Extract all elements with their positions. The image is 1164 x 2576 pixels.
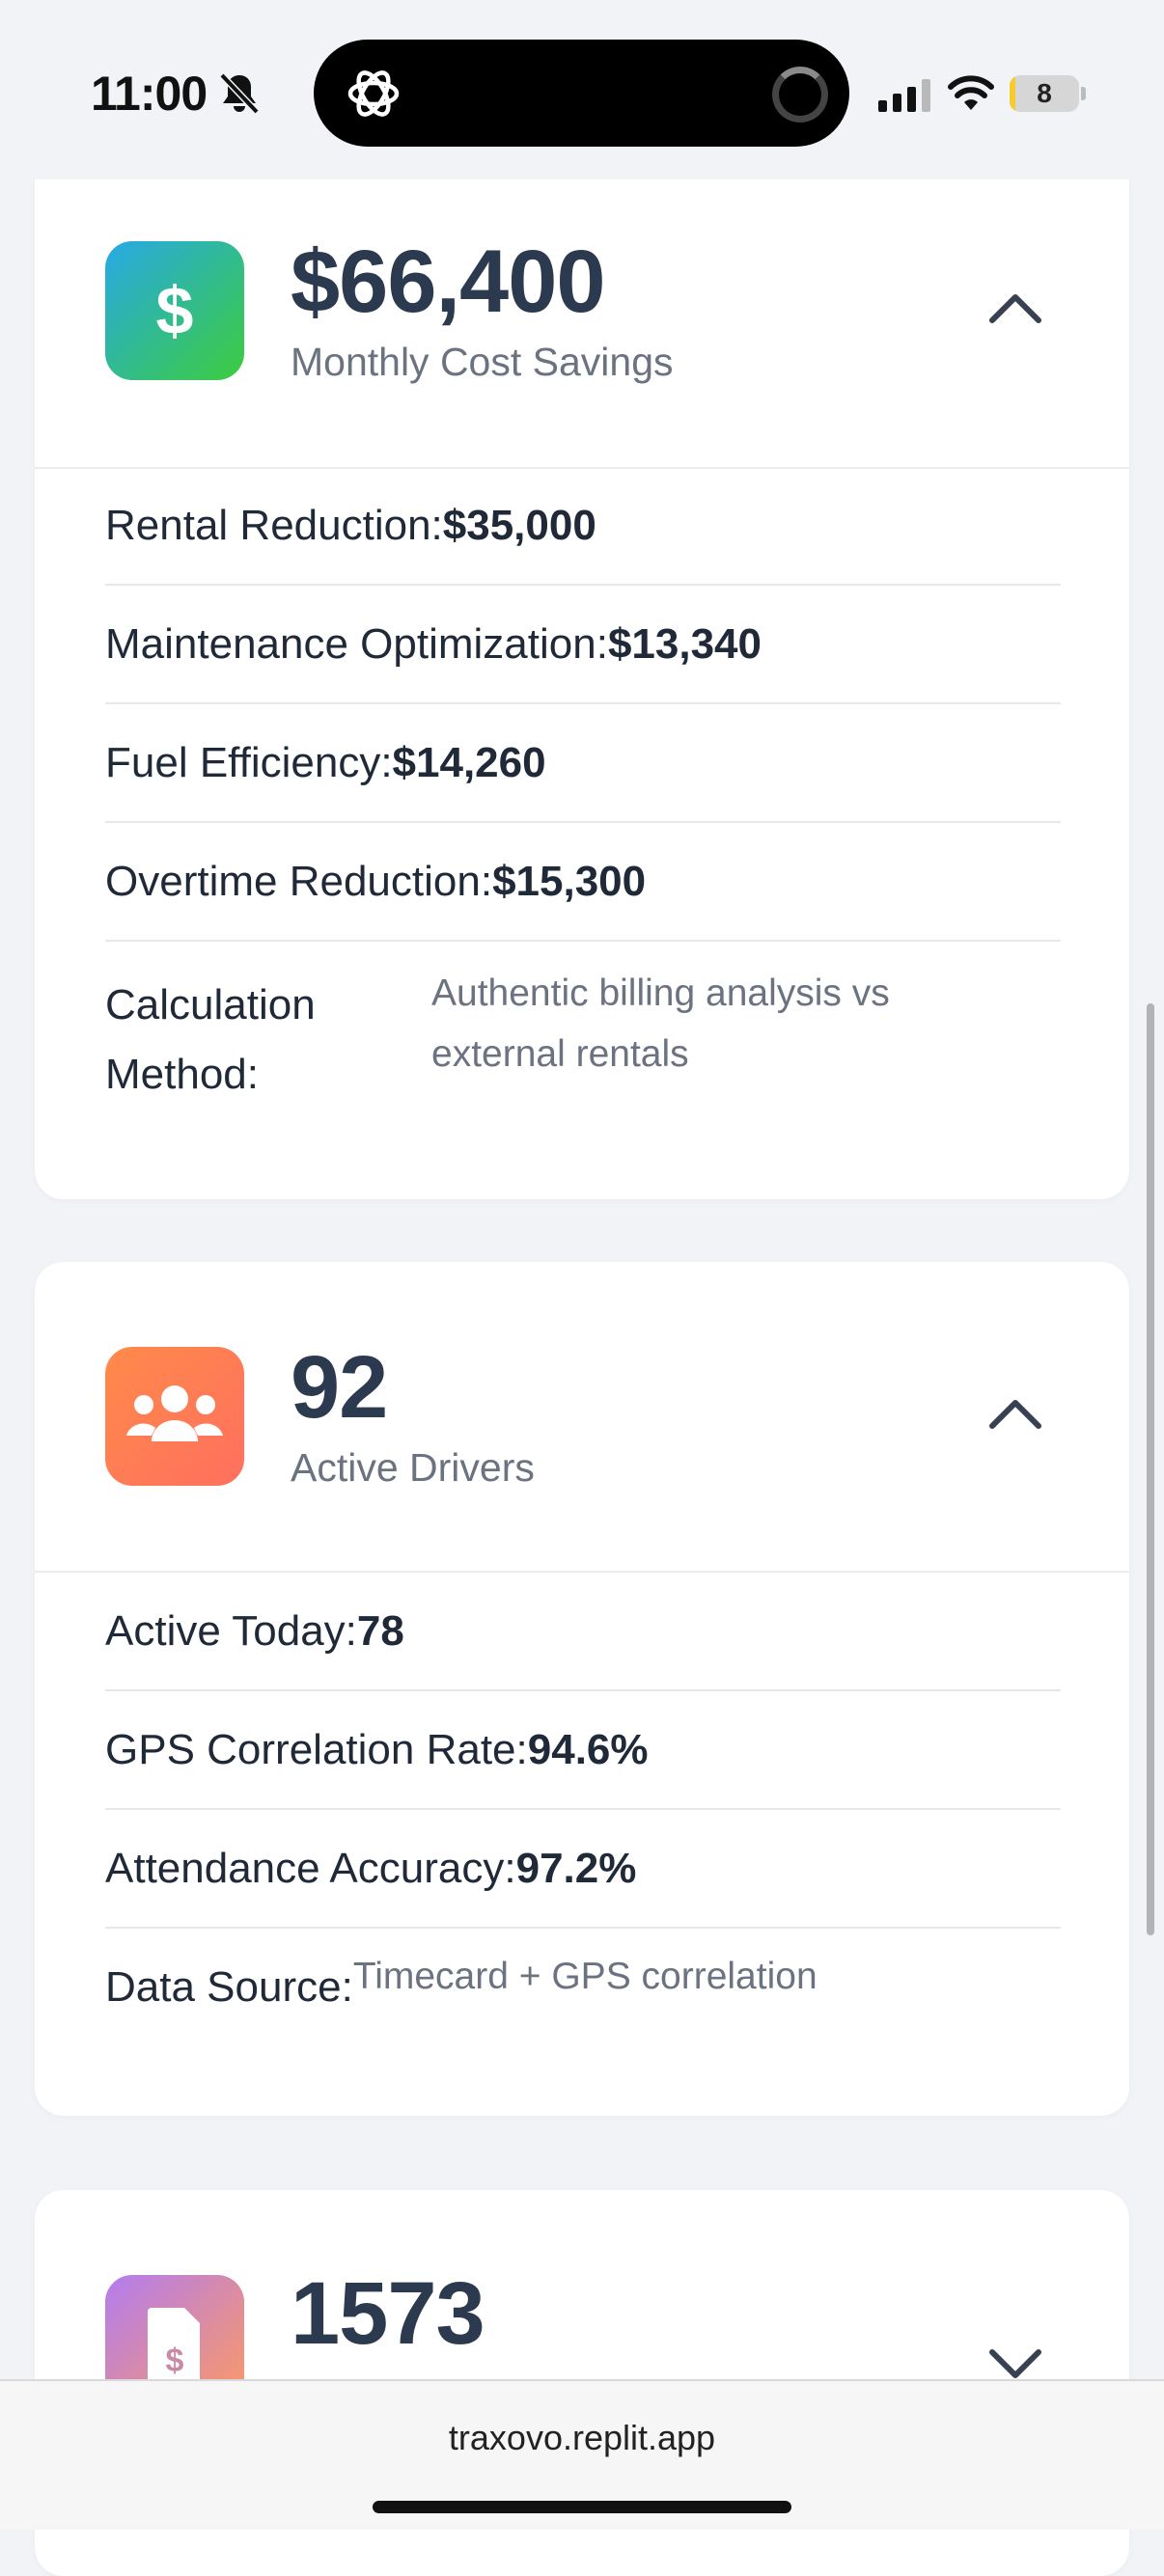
svg-text:$: $ [166,2343,184,2379]
users-icon [126,1385,223,1441]
battery-level: 8 [1037,78,1052,108]
calculation-method-row: Calculation Method: Authentic billing an… [105,942,1061,1115]
chatgpt-logo-icon [347,70,400,117]
detail-value: 94.6% [527,1725,649,1773]
status-bar: 11:00 8 [0,0,1164,179]
cost-savings-header[interactable]: $ $66,400 Monthly Cost Savings [35,145,1129,469]
detail-key: Maintenance Optimization: [105,619,608,668]
detail-value: $35,000 [442,501,596,549]
chevron-up-icon[interactable] [988,289,1042,324]
detail-value: 78 [356,1606,404,1655]
detail-key: Fuel Efficiency: [105,738,393,786]
active-drivers-details: Active Today: 78 GPS Correlation Rate: 9… [105,1573,1061,2047]
loading-spinner-icon [772,67,828,123]
detail-row: Maintenance Optimization: $13,340 [105,586,1061,704]
svg-text:$: $ [156,273,194,348]
data-source-key: Data Source: [105,1963,353,2011]
invoices-value: 1573 [291,2264,485,2363]
detail-value: $14,260 [392,738,546,786]
calculation-method-key: Calculation Method: [105,981,316,1098]
detail-key: Rental Reduction: [105,501,443,549]
status-time: 11:00 [91,67,208,121]
active-drivers-card: 92 Active Drivers Active Today: 78 GPS C… [35,1262,1129,2116]
cost-savings-icon-tile: $ [105,241,244,380]
active-drivers-header[interactable]: 92 Active Drivers [35,1262,1129,1573]
url-label[interactable]: traxovo.replit.app [0,2418,1164,2458]
active-drivers-label: Active Drivers [291,1445,535,1490]
detail-key: Overtime Reduction: [105,857,493,905]
detail-row: GPS Correlation Rate: 94.6% [105,1691,1061,1810]
cost-savings-label: Monthly Cost Savings [291,340,674,384]
battery-indicator: 8 [1010,75,1079,112]
dollar-sign-icon: $ [156,273,194,348]
home-indicator[interactable] [373,2501,791,2513]
bell-off-icon [219,72,260,115]
cost-savings-details: Rental Reduction: $35,000 Maintenance Op… [105,467,1061,1115]
detail-value: $15,300 [492,857,647,905]
detail-value: $13,340 [607,619,762,668]
cost-savings-card: $ $66,400 Monthly Cost Savings Rental Re… [35,145,1129,1199]
scroll-indicator[interactable] [1147,1003,1154,1935]
chevron-up-icon[interactable] [988,1395,1042,1430]
battery-nub [1081,87,1086,100]
detail-row: Rental Reduction: $35,000 [105,467,1061,586]
active-drivers-value: 92 [291,1338,388,1437]
cellular-signal-icon [878,79,930,112]
active-drivers-icon-tile [105,1347,244,1486]
chevron-down-icon[interactable] [988,2346,1042,2381]
detail-value: 97.2% [515,1844,637,1892]
detail-key: Attendance Accuracy: [105,1844,516,1892]
cost-savings-value: $66,400 [291,233,606,331]
data-source-value: Timecard + GPS correlation [352,1956,818,1997]
detail-row: Active Today: 78 [105,1573,1061,1691]
calculation-method-value: Authentic billing analysis vs external r… [431,973,890,1075]
data-source-row: Data Source: Timecard + GPS correlation [105,1929,1061,2047]
detail-key: GPS Correlation Rate: [105,1725,528,1773]
detail-row: Attendance Accuracy: 97.2% [105,1810,1061,1929]
wifi-icon [948,75,994,110]
browser-bottom-bar: traxovo.replit.app [0,2379,1164,2530]
detail-row: Fuel Efficiency: $14,260 [105,704,1061,823]
detail-key: Active Today: [105,1606,357,1655]
dynamic-island [314,40,849,147]
detail-row: Overtime Reduction: $15,300 [105,823,1061,942]
